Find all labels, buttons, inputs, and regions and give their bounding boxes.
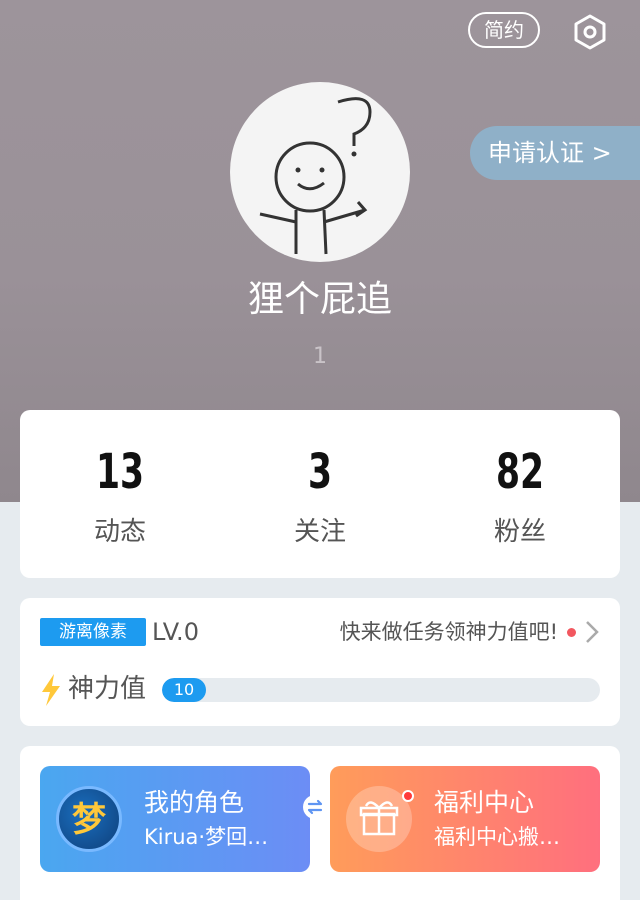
power-label: 神力值 — [68, 674, 147, 704]
level-card[interactable]: 游离像素 LV.0 快来做任务领神力值吧! 神力值 10 — [20, 598, 620, 726]
shortcut-card: 梦 我的角色 Kirua·梦回… 福利中心 福利中心搬… — [20, 746, 620, 900]
welfare-subtitle: 福利中心搬… — [434, 825, 560, 849]
power-progress-fill: 10 — [162, 678, 206, 702]
chevron-right-icon[interactable] — [582, 620, 602, 644]
task-prompt-link[interactable]: 快来做任务领神力值吧! — [340, 616, 558, 648]
stat-label: 粉丝 — [493, 517, 546, 547]
welfare-center-tile[interactable]: 福利中心 福利中心搬… — [330, 766, 600, 872]
stat-label: 关注 — [293, 517, 346, 547]
apply-verification-button[interactable]: 申请认证 > — [470, 126, 640, 180]
stat-value: 13 — [95, 444, 145, 500]
notification-dot — [402, 790, 414, 802]
notification-dot — [567, 628, 576, 637]
nickname: 狸个屁追 — [247, 279, 392, 320]
stat-following[interactable]: 3 关注 — [220, 410, 420, 578]
game-logo-icon: 梦 — [56, 786, 122, 852]
my-role-tile[interactable]: 梦 我的角色 Kirua·梦回… — [40, 766, 327, 872]
lightning-bolt-icon — [42, 674, 60, 706]
user-id: 1 — [313, 344, 327, 369]
stat-posts[interactable]: 13 动态 — [20, 410, 220, 578]
my-role-title: 我的角色 — [144, 788, 245, 817]
my-role-subtitle: Kirua·梦回… — [144, 825, 269, 849]
power-progress-bar: 10 — [162, 678, 600, 702]
brief-mode-button[interactable]: 简约 — [468, 12, 540, 48]
avatar[interactable] — [230, 82, 410, 262]
avatar-doodle-image — [259, 97, 372, 255]
stat-value: 3 — [307, 444, 333, 500]
stat-label: 动态 — [93, 517, 146, 547]
settings-gear-icon[interactable] — [572, 14, 608, 50]
game-logo-text: 梦 — [72, 800, 106, 840]
swap-icon[interactable] — [302, 794, 328, 820]
stat-value: 82 — [495, 444, 545, 500]
level-tag-badge: 游离像素 — [40, 618, 146, 646]
stats-card: 13 动态 3 关注 82 粉丝 — [20, 410, 620, 578]
level-value: LV.0 — [152, 618, 199, 646]
welfare-title: 福利中心 — [434, 788, 535, 817]
stat-followers[interactable]: 82 粉丝 — [420, 410, 620, 578]
